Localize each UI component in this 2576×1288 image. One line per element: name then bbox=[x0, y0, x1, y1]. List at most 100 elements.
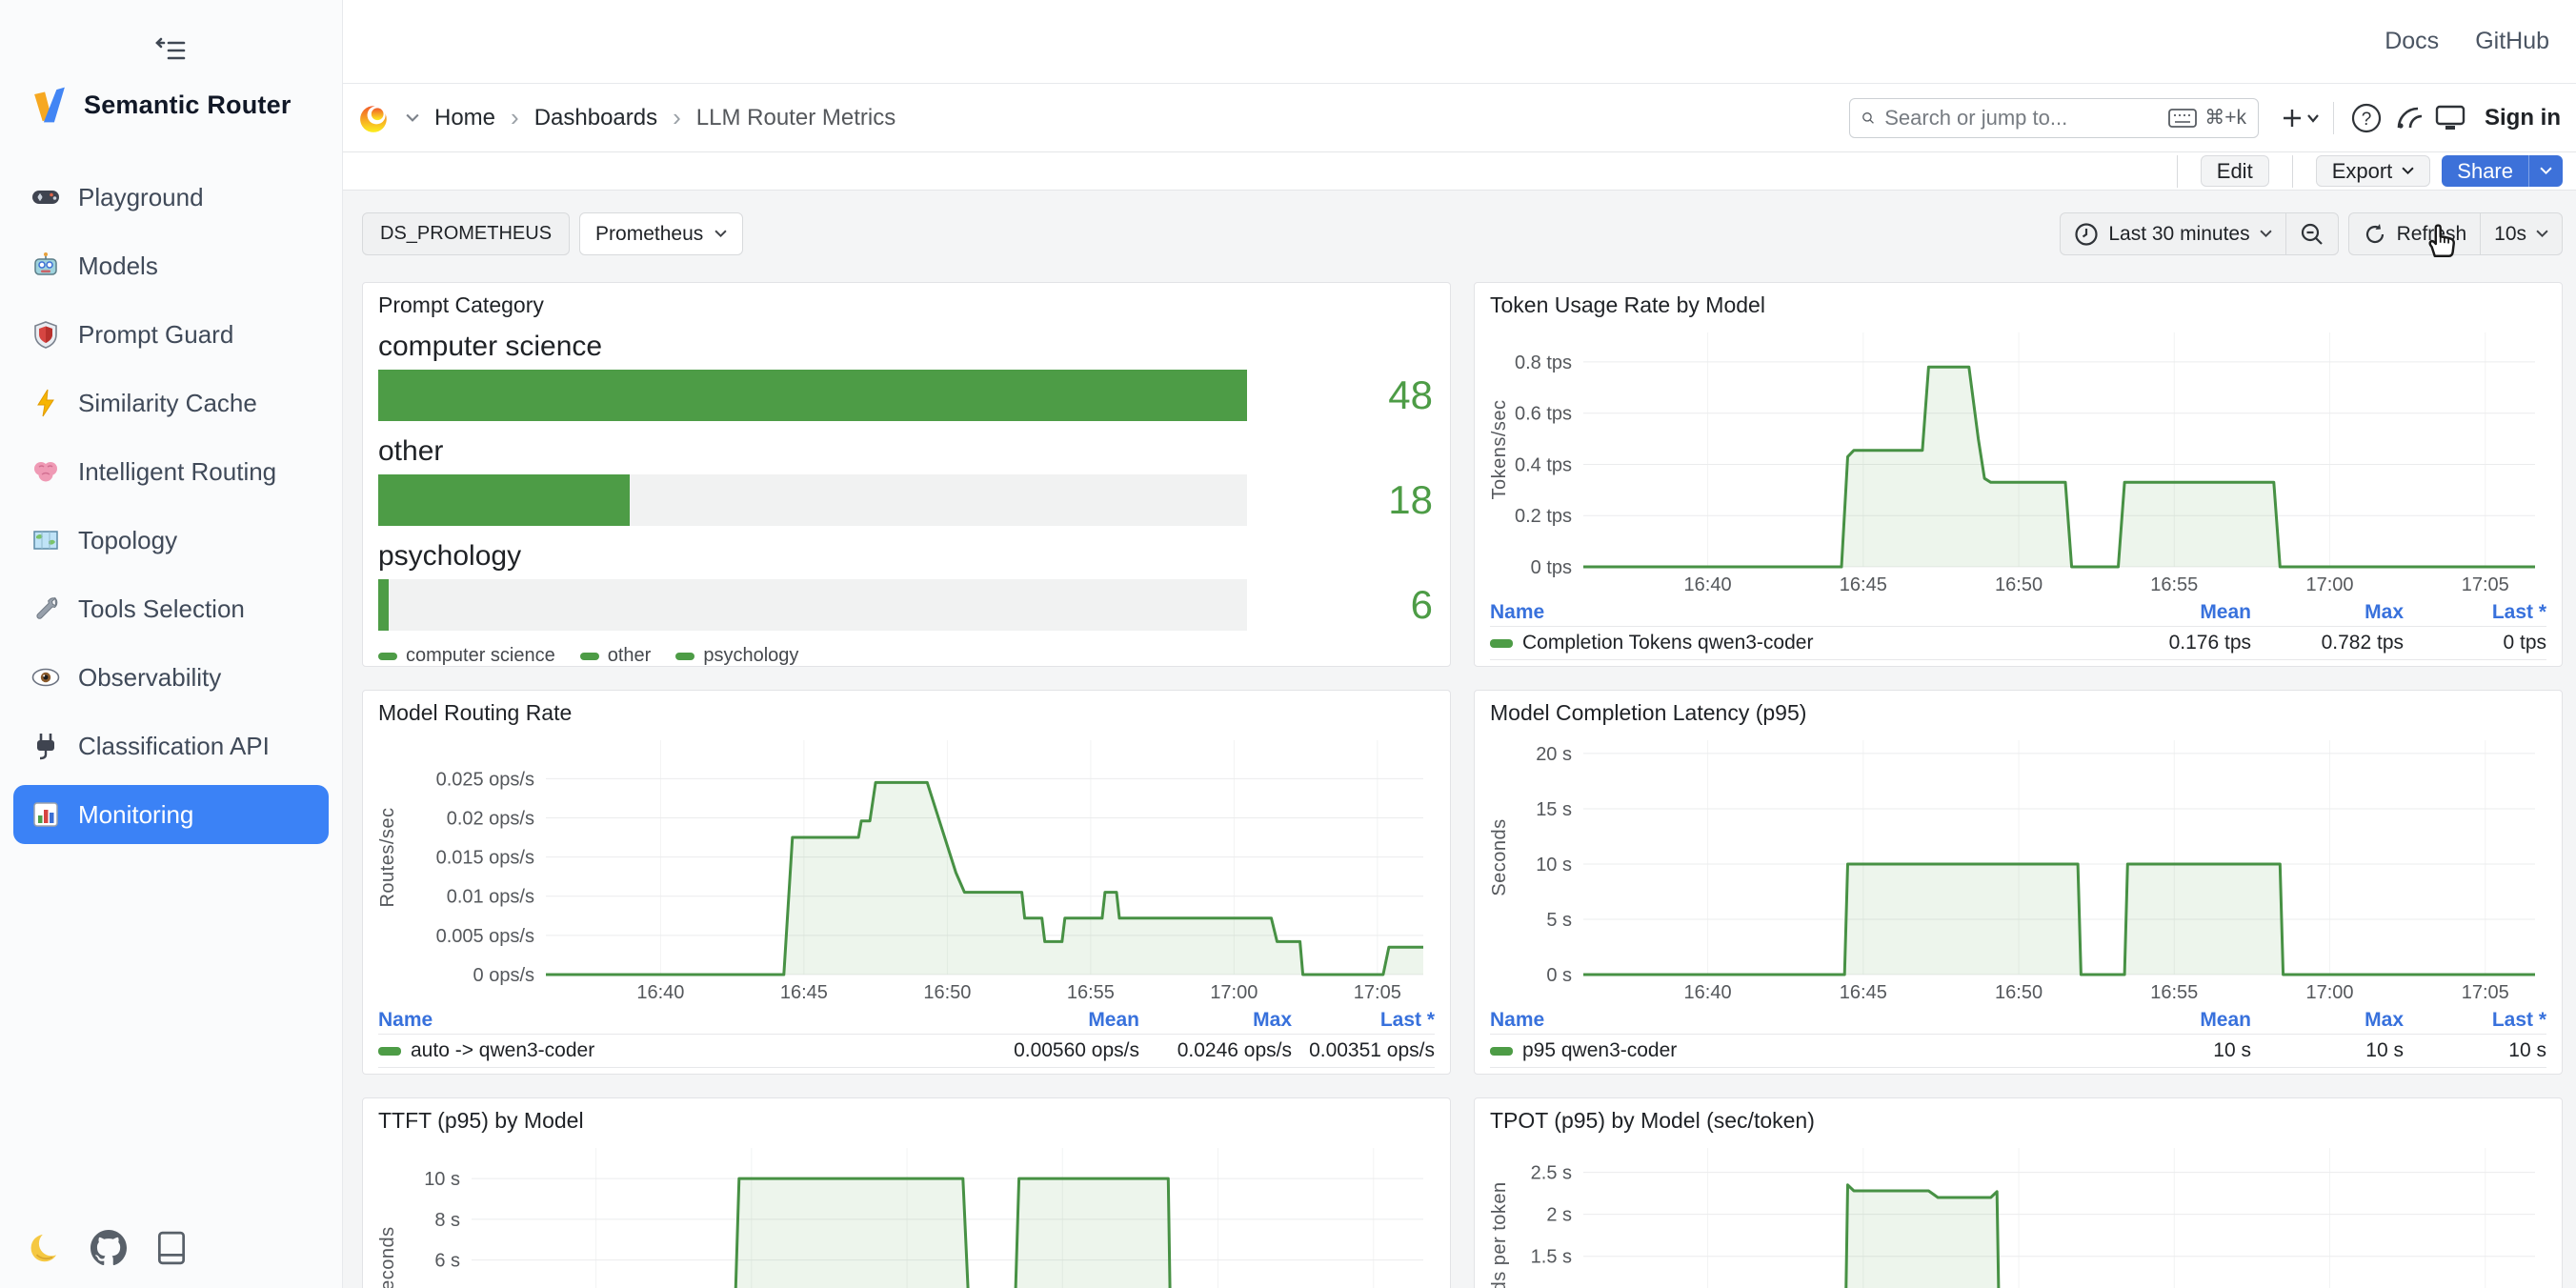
grafana-logo-icon[interactable] bbox=[358, 101, 391, 135]
sidebar-item-playground[interactable]: Playground bbox=[13, 168, 329, 227]
legend-item[interactable]: psychology bbox=[675, 645, 798, 667]
docs-link[interactable]: Docs bbox=[2385, 28, 2439, 55]
sidebar-item-classification-api[interactable]: Classification API bbox=[13, 716, 329, 775]
news-rss-icon[interactable] bbox=[2387, 97, 2429, 139]
svg-text:10 s: 10 s bbox=[1536, 855, 1572, 875]
search-input[interactable] bbox=[1884, 106, 2159, 131]
series-name[interactable]: p95 qwen3-coder bbox=[1522, 1039, 1677, 1062]
sidebar-item-topology[interactable]: Topology bbox=[13, 511, 329, 570]
sidebar-item-similarity-cache[interactable]: Similarity Cache bbox=[13, 373, 329, 433]
datasource-select[interactable]: Prometheus bbox=[579, 212, 743, 255]
chevron-down-icon bbox=[2540, 167, 2552, 175]
kiosk-monitor-icon[interactable] bbox=[2429, 97, 2471, 139]
book-icon[interactable] bbox=[152, 1229, 191, 1267]
table-row[interactable]: Completion Tokens qwen3-coder0.176 tps0.… bbox=[1490, 626, 2546, 660]
sidebar-collapse-button[interactable] bbox=[151, 32, 192, 69]
sidebar-item-label: Models bbox=[78, 252, 158, 281]
column-name[interactable]: Name bbox=[1490, 601, 2099, 624]
app-root: Semantic Router Playground Models Prompt G… bbox=[0, 0, 2576, 1288]
sidebar-item-monitoring[interactable]: Monitoring bbox=[13, 785, 329, 844]
series-mean: 0.00560 ops/s bbox=[987, 1039, 1139, 1062]
help-icon[interactable]: ? bbox=[2345, 97, 2387, 139]
series-max: 0.782 tps bbox=[2251, 632, 2404, 654]
github-link[interactable]: GitHub bbox=[2475, 28, 2549, 55]
column-max[interactable]: Max bbox=[2251, 601, 2404, 624]
svg-text:10 s: 10 s bbox=[424, 1169, 460, 1190]
svg-text:16:55: 16:55 bbox=[2150, 574, 2198, 595]
column-last[interactable]: Last * bbox=[2404, 1009, 2546, 1032]
timeseries-chart[interactable]: Tokens/sec16:4016:4516:5016:5517:0017:05… bbox=[1488, 325, 2550, 597]
legend-table: NameMeanMaxLast * auto -> qwen3-coder 0.00… bbox=[378, 1007, 1435, 1068]
clock-icon bbox=[2074, 222, 2099, 247]
refresh-icon bbox=[2363, 222, 2387, 247]
column-max[interactable]: Max bbox=[1139, 1009, 1292, 1032]
panel-title: Model Completion Latency (p95) bbox=[1490, 700, 1806, 726]
sidebar-item-tools-selection[interactable]: Tools Selection bbox=[13, 579, 329, 638]
svg-text:16:40: 16:40 bbox=[1684, 574, 1732, 595]
bar-gauge-row: psychology6 bbox=[378, 540, 1439, 631]
brain-icon bbox=[30, 456, 61, 487]
search-box[interactable]: ⌘+k bbox=[1849, 98, 2259, 138]
dashboard-actions: Edit Export Share bbox=[343, 152, 2576, 191]
table-row[interactable]: p95 qwen3-coder10 s10 s10 s bbox=[1490, 1034, 2546, 1068]
panel-completion-latency[interactable]: Model Completion Latency (p95) Seconds16… bbox=[1474, 690, 2563, 1075]
timeseries-chart[interactable]: Seconds16:4016:4516:5016:5517:0017:0520 … bbox=[1488, 733, 2550, 1005]
bar-category-label: other bbox=[378, 435, 1439, 468]
column-mean[interactable]: Mean bbox=[2099, 1009, 2251, 1032]
svg-text:0.005 ops/s: 0.005 ops/s bbox=[436, 926, 534, 947]
refresh-button[interactable]: Refresh bbox=[2349, 213, 2481, 254]
wrench-icon bbox=[30, 594, 61, 624]
refresh-interval-select[interactable]: 10s bbox=[2480, 213, 2562, 254]
panel-ttft[interactable]: TTFT (p95) by Model Seconds16:4016:4516:… bbox=[362, 1097, 1451, 1288]
legend-item[interactable]: other bbox=[580, 645, 652, 667]
breadcrumb-dashboards[interactable]: Dashboards bbox=[534, 105, 657, 131]
share-split-button[interactable]: Share bbox=[2442, 155, 2563, 187]
time-range-picker[interactable]: Last 30 minutes bbox=[2061, 213, 2284, 254]
panel-model-routing-rate[interactable]: Model Routing Rate Routes/sec16:4016:451… bbox=[362, 690, 1451, 1075]
legend-item[interactable]: computer science bbox=[378, 645, 555, 667]
panel-token-usage-rate[interactable]: Token Usage Rate by Model Tokens/sec16:4… bbox=[1474, 282, 2563, 667]
panel-title: TPOT (p95) by Model (sec/token) bbox=[1490, 1108, 1815, 1134]
add-button[interactable] bbox=[2280, 97, 2322, 139]
sign-in-button[interactable]: Sign in bbox=[2485, 105, 2561, 131]
column-mean[interactable]: Mean bbox=[2099, 601, 2251, 624]
sidebar-item-intelligent-routing[interactable]: Intelligent Routing bbox=[13, 442, 329, 501]
share-button[interactable]: Share bbox=[2442, 155, 2528, 187]
column-name[interactable]: Name bbox=[378, 1009, 987, 1032]
github-icon[interactable] bbox=[90, 1229, 128, 1267]
timeseries-chart[interactable]: Routes/sec16:4016:4516:5016:5517:0017:05… bbox=[376, 733, 1439, 1005]
sidebar-item-prompt-guard[interactable]: Prompt Guard bbox=[13, 305, 329, 364]
export-button[interactable]: Export bbox=[2316, 155, 2431, 187]
breadcrumb-home[interactable]: Home bbox=[434, 105, 495, 131]
series-name[interactable]: auto -> qwen3-coder bbox=[411, 1039, 594, 1062]
timeseries-chart[interactable]: Seconds16:4016:4516:5016:5517:0017:0510 … bbox=[376, 1140, 1439, 1288]
series-color-dash-icon bbox=[1490, 1047, 1513, 1056]
column-max[interactable]: Max bbox=[2251, 1009, 2404, 1032]
sidebar-item-models[interactable]: Models bbox=[13, 236, 329, 295]
brand[interactable]: Semantic Router bbox=[29, 84, 292, 126]
series-name[interactable]: Completion Tokens qwen3-coder bbox=[1522, 632, 1813, 654]
svg-text:0.4 tps: 0.4 tps bbox=[1515, 454, 1572, 475]
bar-fill bbox=[378, 370, 1247, 421]
column-last[interactable]: Last * bbox=[1292, 1009, 1435, 1032]
theme-toggle-moon-icon[interactable] bbox=[27, 1229, 65, 1267]
svg-text:17:00: 17:00 bbox=[2305, 574, 2353, 595]
edit-button[interactable]: Edit bbox=[2201, 155, 2269, 187]
sidebar-item-label: Prompt Guard bbox=[78, 320, 233, 350]
panel-tpot[interactable]: TPOT (p95) by Model (sec/token) Seconds … bbox=[1474, 1097, 2563, 1288]
column-last[interactable]: Last * bbox=[2404, 601, 2546, 624]
share-menu-caret[interactable] bbox=[2528, 155, 2563, 187]
zoom-out-button[interactable] bbox=[2285, 213, 2338, 254]
chevron-down-icon[interactable] bbox=[406, 113, 419, 123]
bar-gauge: computer science48other18psychology6comp… bbox=[378, 331, 1439, 667]
column-mean[interactable]: Mean bbox=[987, 1009, 1139, 1032]
svg-text:17:05: 17:05 bbox=[2462, 574, 2509, 595]
sidebar-item-label: Monitoring bbox=[78, 800, 193, 830]
table-row[interactable]: auto -> qwen3-coder0.00560 ops/s0.0246 o… bbox=[378, 1034, 1435, 1068]
timeseries-chart[interactable]: Seconds per token16:4016:4516:5016:5517:… bbox=[1488, 1140, 2550, 1288]
column-name[interactable]: Name bbox=[1490, 1009, 2099, 1032]
panel-prompt-category[interactable]: Prompt Category computer science48other1… bbox=[362, 282, 1451, 667]
svg-text:16:40: 16:40 bbox=[636, 982, 684, 1003]
sidebar-item-observability[interactable]: Observability bbox=[13, 648, 329, 707]
svg-text:16:55: 16:55 bbox=[1067, 982, 1115, 1003]
